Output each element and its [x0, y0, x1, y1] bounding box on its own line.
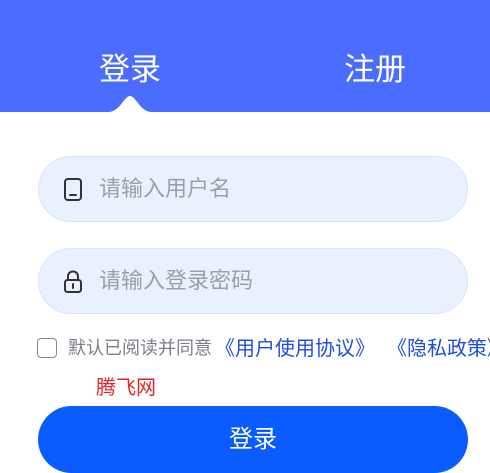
header-bar: 登录 注册	[0, 0, 490, 112]
tab-register[interactable]: 注册	[315, 40, 435, 100]
password-input[interactable]	[99, 249, 449, 313]
privacy-policy-link[interactable]: 《隐私政策》	[387, 336, 490, 361]
watermark-text: 腾飞网	[96, 375, 156, 399]
username-input[interactable]	[99, 157, 449, 221]
phone-icon	[64, 178, 82, 201]
user-agreement-link[interactable]: 《用户使用协议》	[215, 336, 375, 361]
agreement-checkbox[interactable]	[37, 338, 57, 358]
password-field[interactable]	[38, 248, 468, 314]
agreement-text: 默认已阅读并同意	[68, 338, 212, 359]
lock-icon	[64, 270, 82, 293]
login-page: 登录 注册 默认已阅读并同意 《用户使用协议》 《隐私政策》 腾飞网 登录	[0, 0, 490, 473]
login-button[interactable]: 登录	[38, 406, 468, 473]
username-field[interactable]	[38, 156, 468, 222]
agreement-row: 默认已阅读并同意 《用户使用协议》 《隐私政策》	[37, 336, 490, 362]
tab-login[interactable]: 登录	[70, 40, 190, 100]
